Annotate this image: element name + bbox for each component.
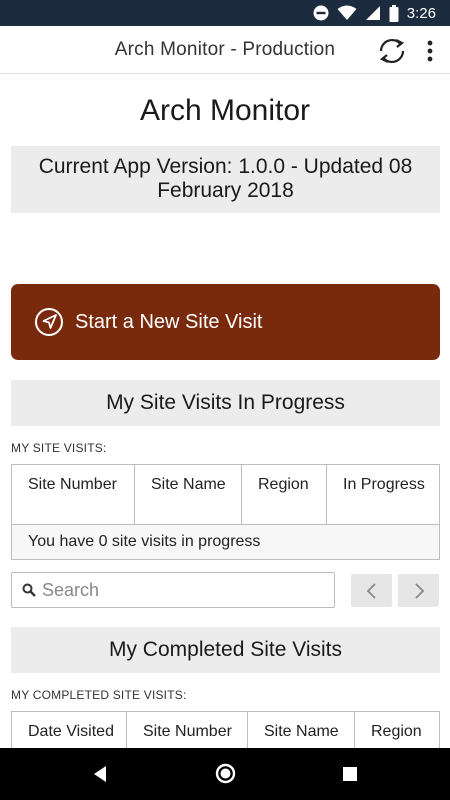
column-header-site-number[interactable]: Site Number [11,464,135,525]
column-header-region[interactable]: Region [354,711,440,748]
table-header-row: Date Visited Site Number Site Name Regio… [11,711,440,748]
chevron-left-icon [366,582,376,599]
chevron-right-icon [414,582,424,599]
in-progress-caption: MY SITE VISITS: [11,441,107,455]
table-row: You have 0 site visits in progress [11,524,440,560]
in-progress-table: Site Number Site Name Region In Progress… [11,464,440,560]
navigation-arrow-icon [35,308,63,336]
clock: 3:26 [406,4,436,22]
completed-table: Date Visited Site Number Site Name Regio… [11,711,440,748]
search-input[interactable] [42,579,322,601]
column-header-site-name[interactable]: Site Name [247,711,355,748]
app-bar-title-text: Arch Monitor - Production [114,39,336,60]
search-field[interactable] [11,572,335,608]
recent-apps-icon[interactable] [343,767,357,781]
column-header-site-number[interactable]: Site Number [126,711,248,748]
main-content[interactable]: Arch Monitor Current App Version: 1.0.0 … [0,74,450,748]
signal-icon [365,6,380,20]
previous-page-button[interactable] [351,574,392,607]
start-site-visit-button[interactable]: Start a New Site Visit [11,284,440,360]
back-icon[interactable] [92,765,108,783]
search-icon [22,583,36,597]
do-not-disturb-icon [313,5,329,21]
next-page-button[interactable] [398,574,439,607]
version-banner: Current App Version: 1.0.0 - Updated 08 … [11,146,440,213]
more-vert-icon [427,40,433,62]
table-header-row: Site Number Site Name Region In Progress [11,464,440,525]
status-icons: 3:26 [313,3,436,23]
home-icon[interactable] [215,763,236,784]
system-navigation-bar [0,748,450,800]
sync-button[interactable] [376,37,408,65]
app-bar: Arch Monitor - Production [0,26,450,74]
completed-section-header: My Completed Site Visits [11,627,440,673]
battery-icon [389,4,399,22]
column-header-region[interactable]: Region [241,464,327,525]
sync-icon [379,39,405,63]
start-site-visit-label: Start a New Site Visit [75,310,263,333]
completed-caption: MY COMPLETED SITE VISITS: [11,688,187,702]
page-title: Arch Monitor [139,94,311,127]
overflow-menu-button[interactable] [422,39,438,63]
status-bar: 3:26 [0,0,450,26]
column-header-date-visited[interactable]: Date Visited [11,711,127,748]
column-header-site-name[interactable]: Site Name [134,464,242,525]
in-progress-section-header: My Site Visits In Progress [11,380,440,426]
column-header-in-progress[interactable]: In Progress [326,464,440,525]
empty-table-message: You have 0 site visits in progress [11,524,440,560]
wifi-icon [337,5,357,20]
